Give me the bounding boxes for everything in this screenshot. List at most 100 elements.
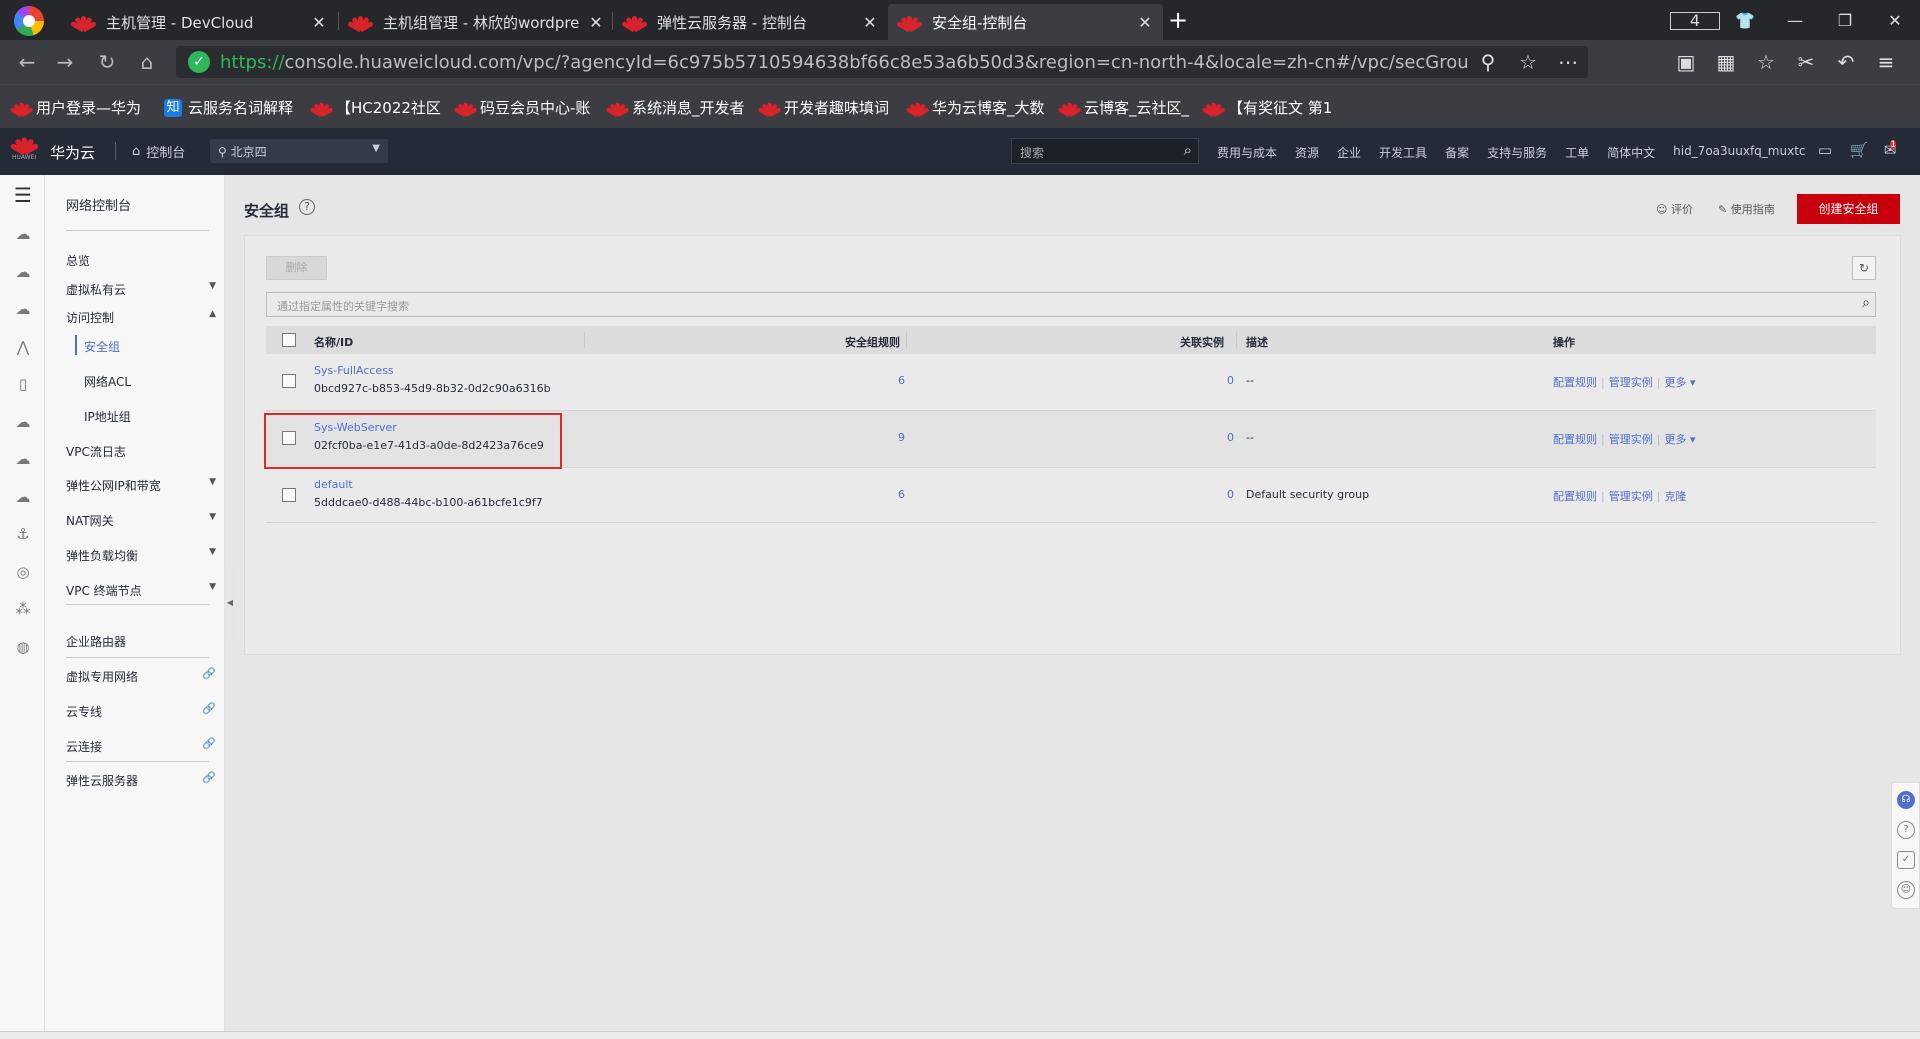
- cloud-icon[interactable]: ☁: [12, 263, 34, 285]
- cloud-icon[interactable]: ☁: [12, 300, 34, 322]
- cloud-icon[interactable]: ☁: [12, 225, 34, 247]
- restore-icon[interactable]: ❐: [1820, 11, 1870, 30]
- tab-count-button[interactable]: 4: [1670, 11, 1720, 30]
- bookmark-item[interactable]: 码豆会员中心-账: [453, 97, 590, 118]
- sidebar-item-direct-connect[interactable]: 云专线 🔗: [66, 702, 216, 720]
- sidebar-item-access-control[interactable]: 访问控制 ▲: [66, 309, 216, 326]
- close-icon[interactable]: ✕: [307, 13, 331, 32]
- hamburger-menu-icon[interactable]: ☰: [12, 183, 34, 207]
- select-all-checkbox[interactable]: [282, 333, 296, 347]
- sidebar-item-vpn[interactable]: 虚拟专用网络 🔗: [66, 667, 216, 685]
- home-icon[interactable]: ⌂: [133, 50, 161, 74]
- forward-icon[interactable]: →: [51, 50, 79, 74]
- browser-tab-ecs[interactable]: 弹性云服务器 - 控制台 ✕: [613, 4, 888, 40]
- search-icon[interactable]: ⌕: [1862, 295, 1870, 311]
- menu-devtools[interactable]: 开发工具: [1379, 144, 1427, 161]
- anchor-icon[interactable]: ⚓: [12, 525, 34, 547]
- configure-rules-link[interactable]: 配置规则: [1553, 376, 1597, 389]
- sidebar-subitem-security-group[interactable]: 安全组: [75, 335, 184, 355]
- rules-count-link[interactable]: 6: [875, 488, 905, 501]
- user-guide-link[interactable]: ✎ 使用指南: [1718, 201, 1775, 217]
- sidebar-subitem-network-acl[interactable]: 网络ACL: [84, 373, 184, 390]
- extension-icon[interactable]: ▣: [1666, 50, 1706, 74]
- close-icon[interactable]: ✕: [584, 13, 608, 32]
- menu-tickets[interactable]: 工单: [1565, 144, 1589, 161]
- sidebar-item-elb[interactable]: 弹性负载均衡 ▼: [66, 547, 216, 564]
- balance-icon[interactable]: ◎: [12, 563, 34, 585]
- cloud-icon[interactable]: ☁: [12, 413, 34, 435]
- sidebar-item-ecs[interactable]: 弹性云服务器 🔗: [66, 771, 216, 789]
- rules-count-link[interactable]: 6: [875, 374, 905, 387]
- delete-button[interactable]: 删除: [266, 256, 327, 280]
- star-icon[interactable]: ☆: [1508, 50, 1548, 74]
- bookmark-item[interactable]: 系统消息_开发者: [605, 97, 745, 118]
- checklist-icon[interactable]: ✓: [1897, 851, 1915, 869]
- instances-count-link[interactable]: 0: [1204, 488, 1234, 501]
- console-home-link[interactable]: ⌂ 控制台: [132, 142, 185, 161]
- brand-name[interactable]: 华为云: [50, 142, 95, 163]
- feedback-link[interactable]: ☺ 评价: [1656, 201, 1693, 217]
- instances-count-link[interactable]: 0: [1204, 374, 1234, 387]
- undo-icon[interactable]: ↶: [1826, 50, 1866, 74]
- sidebar-item-enterprise-router[interactable]: 企业路由器: [66, 633, 216, 650]
- new-tab-button[interactable]: +: [1168, 6, 1188, 34]
- configure-rules-link[interactable]: 配置规则: [1553, 490, 1597, 503]
- bookmark-item[interactable]: 知云服务名词解释: [164, 97, 293, 118]
- mail-icon[interactable]: ✉1: [1876, 140, 1910, 160]
- manage-instances-link[interactable]: 管理实例: [1609, 433, 1653, 446]
- bookmark-item[interactable]: 【HC2022社区: [309, 97, 441, 118]
- refresh-icon[interactable]: ↻: [1852, 256, 1876, 280]
- back-icon[interactable]: ←: [13, 50, 41, 74]
- url-field[interactable]: ✓ https://console.huaweicloud.com/vpc/?a…: [176, 46, 1588, 78]
- more-dropdown[interactable]: 更多 ▾: [1664, 376, 1695, 389]
- bookmark-item[interactable]: 用户登录—华为: [9, 97, 141, 118]
- favorites-icon[interactable]: ☆: [1746, 50, 1786, 74]
- sidebar-collapse-handle[interactable]: ◀: [225, 566, 235, 640]
- customer-service-icon[interactable]: ☊: [1897, 791, 1915, 809]
- browser-tab-devcloud[interactable]: 主机管理 - DevCloud ✕: [62, 4, 337, 40]
- menu-icon[interactable]: ≡: [1866, 50, 1906, 74]
- menu-username[interactable]: hid_7oa3uuxfq_muxtc: [1673, 144, 1805, 161]
- menu-support[interactable]: 支持与服务: [1487, 144, 1547, 161]
- row-checkbox[interactable]: [282, 374, 296, 388]
- help-question-icon[interactable]: ?: [1897, 821, 1915, 839]
- cloud-icon[interactable]: ☁: [12, 450, 34, 472]
- manage-instances-link[interactable]: 管理实例: [1609, 490, 1653, 503]
- cart-icon[interactable]: 🛒: [1842, 141, 1876, 160]
- close-icon[interactable]: ✕: [858, 13, 882, 32]
- close-icon[interactable]: ✕: [1133, 13, 1157, 32]
- scissors-icon[interactable]: ✂: [1786, 50, 1826, 74]
- minimize-icon[interactable]: —: [1770, 11, 1820, 30]
- menu-resources[interactable]: 资源: [1295, 144, 1319, 161]
- browser-tab-hostgroup[interactable]: 主机组管理 - 林欣的wordpre ✕: [339, 4, 614, 40]
- row-checkbox[interactable]: [282, 488, 296, 502]
- browser-logo-icon[interactable]: [14, 6, 44, 36]
- header-search-input[interactable]: 搜索 ⌕: [1011, 138, 1199, 164]
- sidebar-item-overview[interactable]: 总览: [66, 252, 216, 269]
- bookmark-item[interactable]: 开发者趣味填词: [757, 97, 889, 118]
- rules-count-link[interactable]: 9: [875, 431, 905, 444]
- search-input[interactable]: 通过指定属性的关键字搜索 ⌕: [266, 292, 1876, 317]
- region-selector[interactable]: ⚲ 北京四 ▼: [210, 139, 388, 163]
- security-group-name-link[interactable]: default: [314, 478, 353, 491]
- manage-instances-link[interactable]: 管理实例: [1609, 376, 1653, 389]
- sidebar-item-vpc-flow-log[interactable]: VPC流日志: [66, 443, 216, 460]
- create-security-group-button[interactable]: 创建安全组: [1797, 194, 1900, 224]
- browser-tab-secgroup[interactable]: 安全组-控制台 ✕: [888, 4, 1163, 40]
- sidebar-item-nat[interactable]: NAT网关 ▼: [66, 512, 216, 529]
- clone-link[interactable]: 克隆: [1664, 490, 1686, 503]
- more-dots-icon[interactable]: ⋯: [1548, 50, 1588, 74]
- huawei-logo[interactable]: HUAWEI: [9, 136, 40, 161]
- smile-icon[interactable]: ☺: [1897, 881, 1915, 899]
- cluster-icon[interactable]: ⁂: [12, 600, 34, 622]
- more-dropdown[interactable]: 更多 ▾: [1664, 433, 1695, 446]
- network-icon[interactable]: ⋀: [12, 338, 34, 360]
- instances-count-link[interactable]: 0: [1204, 431, 1234, 444]
- sidebar-item-vpc[interactable]: 虚拟私有云 ▼: [66, 281, 216, 298]
- help-question-icon[interactable]: ?: [299, 199, 315, 215]
- bookmark-item[interactable]: 华为云博客_大数: [905, 97, 1045, 118]
- globe-icon[interactable]: ◍: [12, 638, 34, 660]
- bookmark-item[interactable]: 【有奖征文 第1: [1201, 97, 1332, 118]
- configure-rules-link[interactable]: 配置规则: [1553, 433, 1597, 446]
- skin-icon[interactable]: 👕: [1720, 11, 1770, 30]
